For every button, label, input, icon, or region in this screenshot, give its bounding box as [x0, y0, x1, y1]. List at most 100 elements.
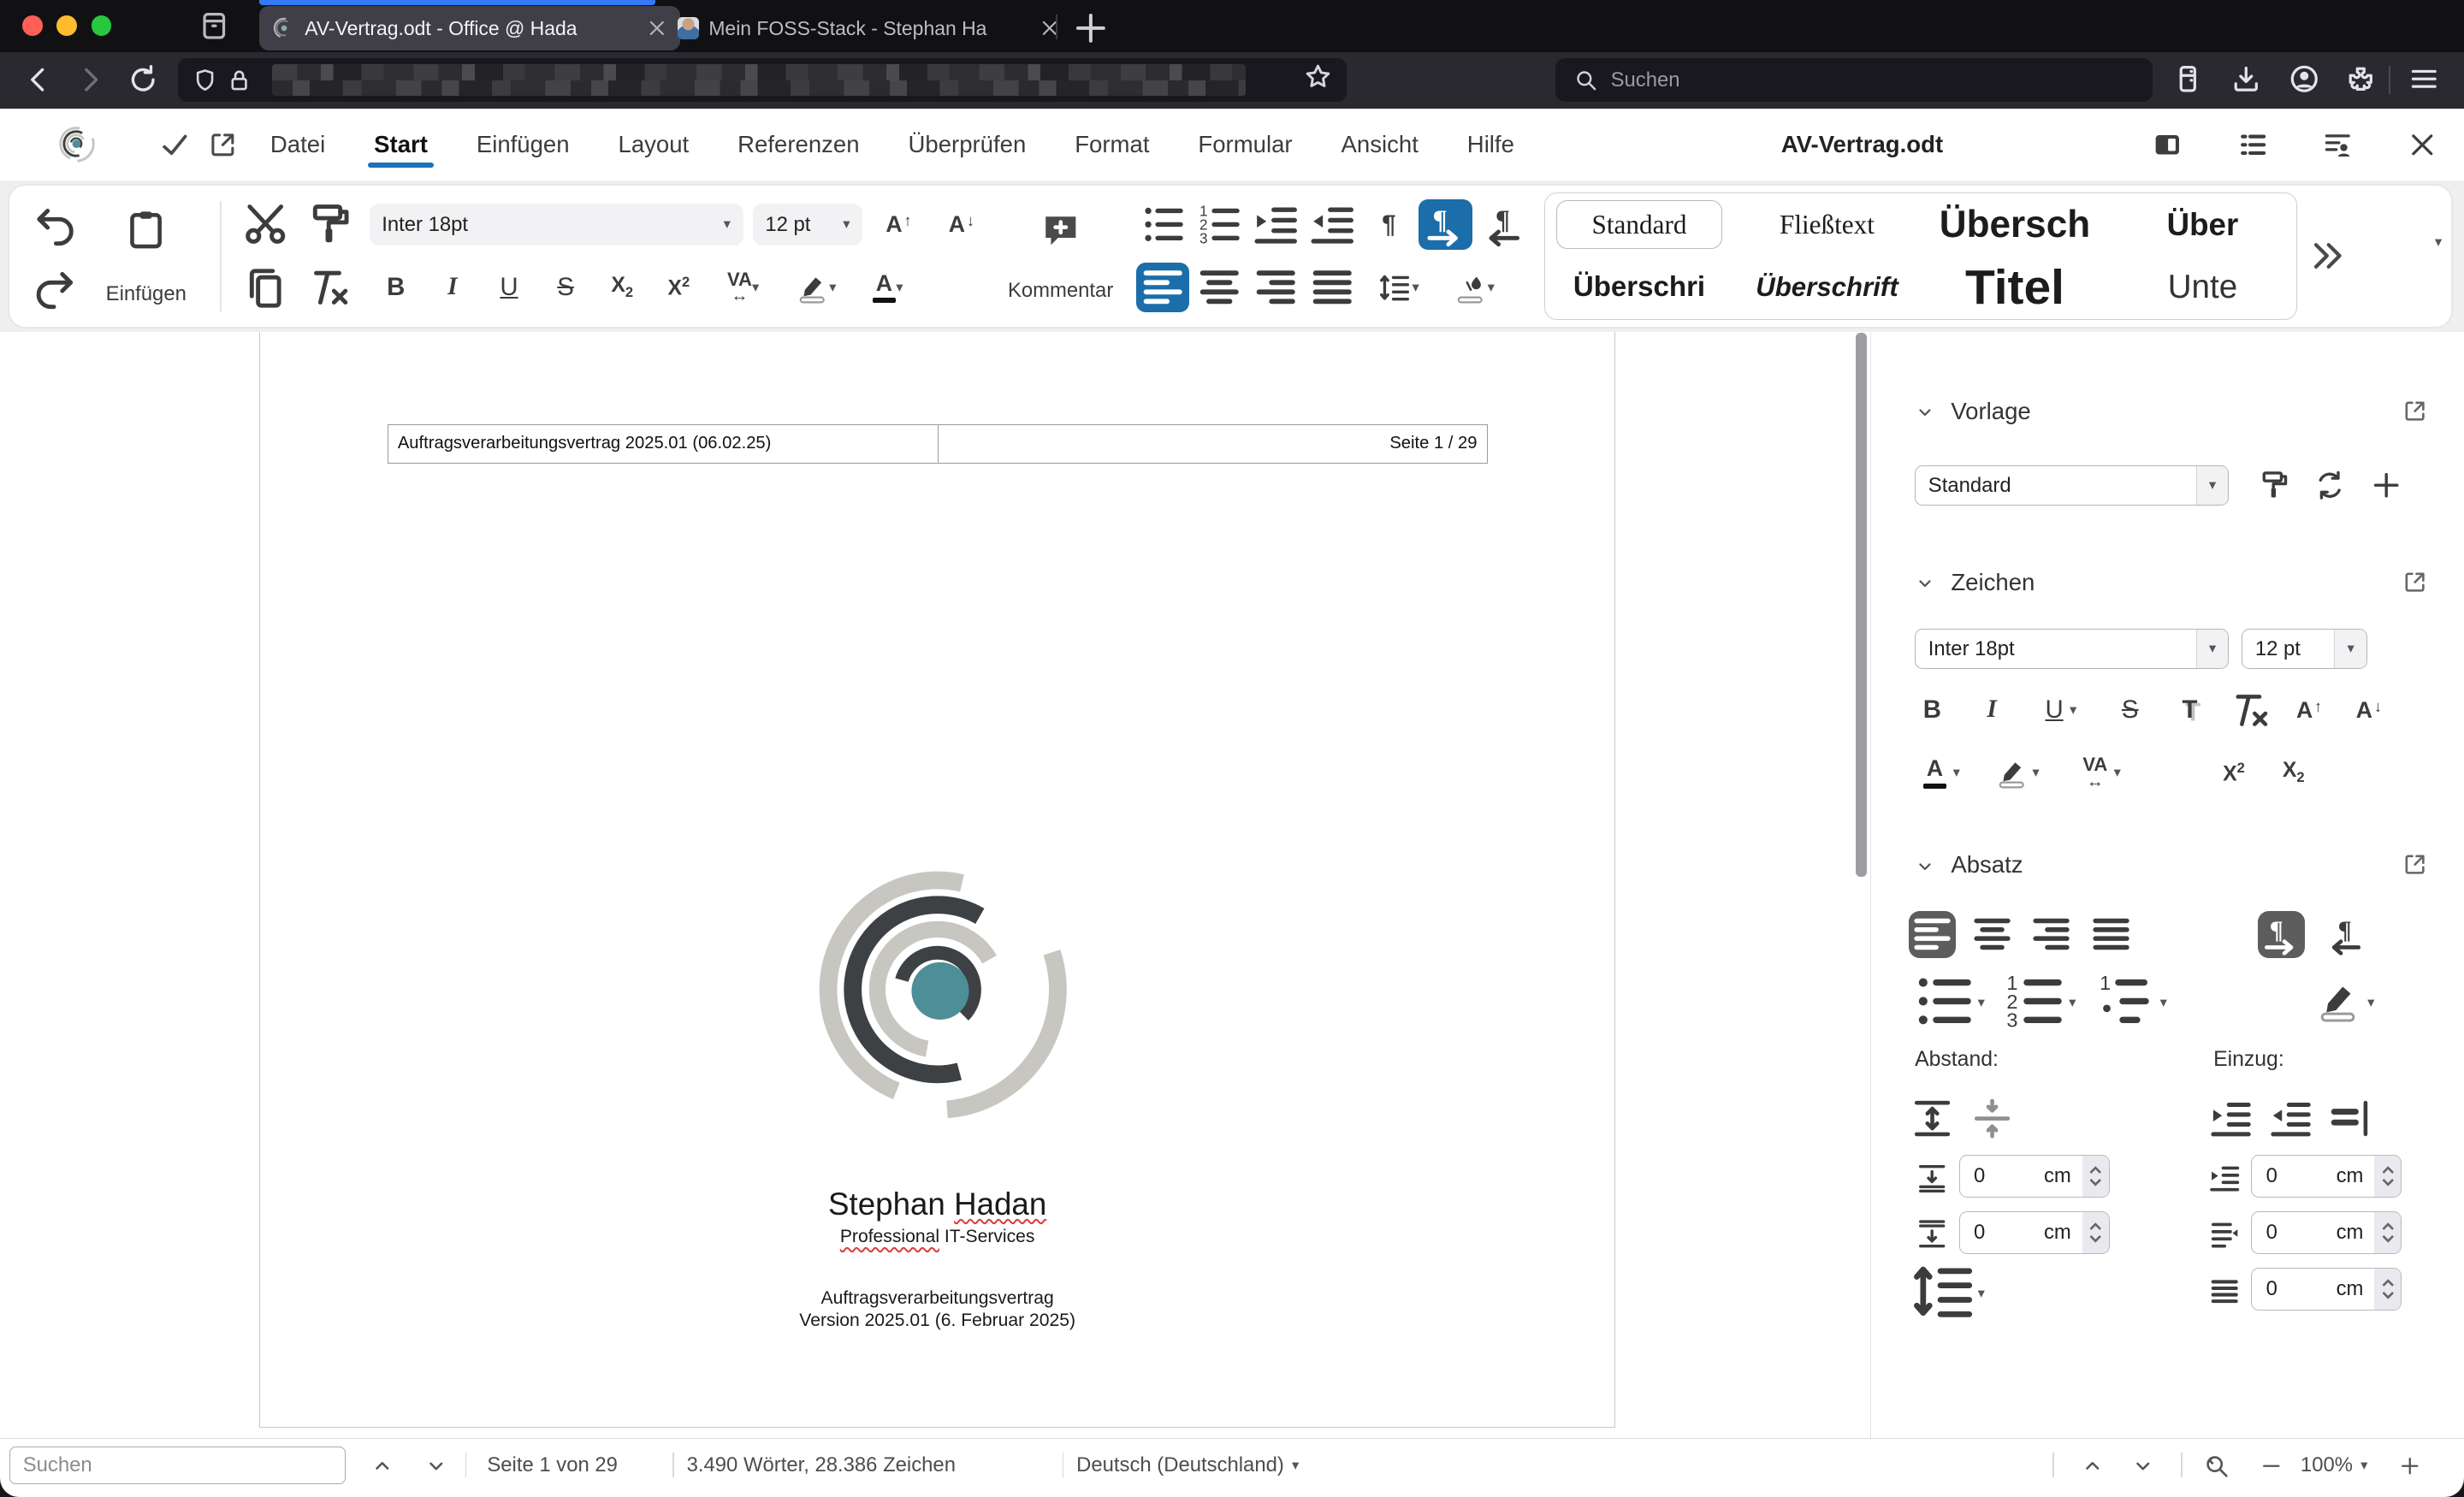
- close-window-button[interactable]: [21, 15, 43, 37]
- sidebar-shadow-button[interactable]: T: [2166, 687, 2213, 734]
- sidebar-outline-list-button[interactable]: 1: [2091, 971, 2160, 1024]
- new-tab-button[interactable]: [1070, 8, 1111, 49]
- clear-formatting-button[interactable]: [302, 263, 355, 313]
- menu-ueberpruefen[interactable]: Überprüfen: [905, 112, 1029, 177]
- menu-start[interactable]: Start: [367, 112, 435, 177]
- chevron-down-icon[interactable]: [1915, 855, 1935, 876]
- copy-button[interactable]: [239, 263, 292, 313]
- style-ueberschrift4[interactable]: Überschrift: [1733, 256, 1921, 318]
- font-color-button[interactable]: A ▾: [853, 263, 922, 313]
- style-ueberschrift2[interactable]: Über: [2109, 193, 2296, 256]
- find-previous-icon[interactable]: [370, 1454, 394, 1478]
- sidebar-toggle-icon[interactable]: [2151, 128, 2184, 162]
- tab-foss-stack[interactable]: Mein FOSS-Stack - Stephan Ha: [665, 6, 1074, 50]
- paste-button[interactable]: ▾ Einfügen: [85, 186, 2442, 327]
- menu-einfuegen[interactable]: Einfügen: [473, 112, 572, 177]
- sidebar-align-right-button[interactable]: [2028, 911, 2075, 958]
- sidebar-grow-font-button[interactable]: A ↑: [2286, 687, 2333, 734]
- numbered-list-caret[interactable]: ▾: [2069, 996, 2076, 1010]
- outline-list-caret[interactable]: ▾: [2160, 996, 2167, 1010]
- indent-after-spinner[interactable]: 0 cm: [2251, 1211, 2402, 1254]
- sidebar-underline-button[interactable]: U ▾: [2028, 687, 2094, 734]
- outline-list-icon[interactable]: [2236, 128, 2270, 162]
- shrink-font-button[interactable]: A ↓: [935, 199, 988, 250]
- zoom-reset-icon[interactable]: [2203, 1453, 2230, 1479]
- font-size-combo[interactable]: 12 pt ▾: [752, 203, 863, 246]
- next-page-icon[interactable]: [2131, 1454, 2155, 1478]
- sidebar-strikethrough-button[interactable]: S: [2106, 687, 2153, 734]
- style-titel[interactable]: Titel: [1921, 256, 2108, 318]
- sidebar-numbered-list-button[interactable]: 123: [1999, 971, 2069, 1031]
- sidebar-italic-button[interactable]: I: [1969, 687, 2016, 734]
- font-name-combo[interactable]: Inter 18pt ▾: [369, 203, 743, 246]
- paragraph-background-button[interactable]: ▾: [1437, 263, 1509, 313]
- formatting-marks-toggle[interactable]: ¶: [1419, 199, 1472, 250]
- lock-icon[interactable]: [226, 67, 252, 93]
- hanging-indent-button[interactable]: [2326, 1095, 2373, 1142]
- sidebar-char-spacing-button[interactable]: VA ↔ ▾: [2065, 749, 2137, 796]
- format-paint-button[interactable]: [302, 199, 355, 250]
- sidebar-shrink-font-button[interactable]: A ↓: [2345, 687, 2392, 734]
- sidebar-align-left-button[interactable]: [1908, 911, 1956, 959]
- chevron-down-icon[interactable]: [1915, 401, 1935, 422]
- decrease-indent-button[interactable]: [1306, 199, 1359, 250]
- zoom-out-icon[interactable]: [2260, 1454, 2283, 1478]
- vorlage-dialog-icon[interactable]: [2402, 398, 2428, 424]
- sidebar-superscript-button[interactable]: X2: [2210, 749, 2257, 796]
- sidebar-highlight-button[interactable]: ▾: [1984, 749, 2050, 796]
- menu-datei[interactable]: Datei: [267, 112, 329, 177]
- absatz-dialog-icon[interactable]: [2402, 851, 2428, 878]
- menu-hamburger-icon[interactable]: [2408, 62, 2441, 96]
- minimize-window-button[interactable]: [56, 15, 77, 37]
- style-update-icon[interactable]: [2313, 468, 2347, 502]
- sidebar-increase-indent-button[interactable]: [2207, 1095, 2254, 1142]
- sidebar-font-size-combo[interactable]: 12 pt ▾: [2242, 628, 2368, 670]
- document-page[interactable]: Auftragsverarbeitungsvertrag 2025.01 (06…: [259, 331, 1616, 1428]
- underline-button[interactable]: U: [483, 263, 536, 313]
- page-count[interactable]: Seite 1 von 29: [487, 1439, 618, 1492]
- firefox-view-icon[interactable]: [198, 9, 231, 43]
- pilcrow-button[interactable]: ¶: [1362, 199, 1415, 250]
- highlight-color-button[interactable]: ▾: [781, 263, 850, 313]
- zoom-level[interactable]: 100% ▾: [2301, 1439, 2368, 1492]
- rtl-paragraph-button[interactable]: ¶: [1475, 199, 1528, 250]
- close-document-icon[interactable]: [2406, 128, 2439, 162]
- subscript-button[interactable]: X2: [595, 263, 649, 313]
- extensions-puzzle-icon[interactable]: [2344, 62, 2378, 96]
- style-ueberschrift3[interactable]: Überschri: [1545, 256, 1732, 318]
- sidebar-rtl-button[interactable]: ¶: [2320, 911, 2367, 958]
- bullet-list-button[interactable]: [1136, 199, 1189, 250]
- menu-layout[interactable]: Layout: [615, 112, 692, 177]
- align-left-button[interactable]: [1135, 262, 1190, 313]
- account-icon[interactable]: [2288, 62, 2321, 96]
- zeichen-section-header[interactable]: Zeichen: [1915, 569, 2035, 596]
- menu-referenzen[interactable]: Referenzen: [734, 112, 862, 177]
- document-scrollbar-thumb[interactable]: [1856, 333, 1867, 877]
- sidebar-decrease-indent-button[interactable]: [2267, 1095, 2314, 1142]
- language-selector[interactable]: Deutsch (Deutschland) ▾: [1076, 1439, 1299, 1492]
- style-new-icon[interactable]: [2369, 468, 2403, 502]
- zeichen-dialog-icon[interactable]: [2402, 569, 2428, 595]
- tab-av-vertrag[interactable]: AV-Vertrag.odt - Office @ Hada: [259, 6, 681, 50]
- paste-dropdown-caret[interactable]: ▾: [2435, 235, 2442, 250]
- zoom-in-icon[interactable]: [2398, 1454, 2422, 1478]
- bold-button[interactable]: B: [370, 263, 423, 313]
- strikethrough-button[interactable]: S: [539, 263, 592, 313]
- reload-button[interactable]: [126, 62, 160, 97]
- line-spacing-button[interactable]: ▾: [1362, 263, 1434, 313]
- insert-comment-button[interactable]: Kommentar: [988, 186, 1133, 327]
- redo-button[interactable]: [28, 263, 81, 313]
- previous-page-icon[interactable]: [2081, 1454, 2105, 1478]
- undo-button[interactable]: [28, 199, 81, 250]
- back-button[interactable]: [22, 62, 56, 97]
- url-bar[interactable]: [177, 57, 1348, 103]
- user-list-icon[interactable]: [2321, 128, 2354, 162]
- bookmark-star-icon[interactable]: [1303, 62, 1333, 92]
- style-select[interactable]: Standard ▾: [1915, 464, 2230, 506]
- sidebar-subscript-button[interactable]: X2: [2270, 749, 2317, 796]
- bullet-list-caret[interactable]: ▾: [1978, 996, 1985, 1010]
- indent-before-spinner[interactable]: 0 cm: [2251, 1154, 2402, 1198]
- style-standard[interactable]: Standard: [1545, 193, 1732, 256]
- menu-hilfe[interactable]: Hilfe: [1464, 112, 1517, 177]
- first-line-indent-spinner[interactable]: 0 cm: [2251, 1268, 2402, 1311]
